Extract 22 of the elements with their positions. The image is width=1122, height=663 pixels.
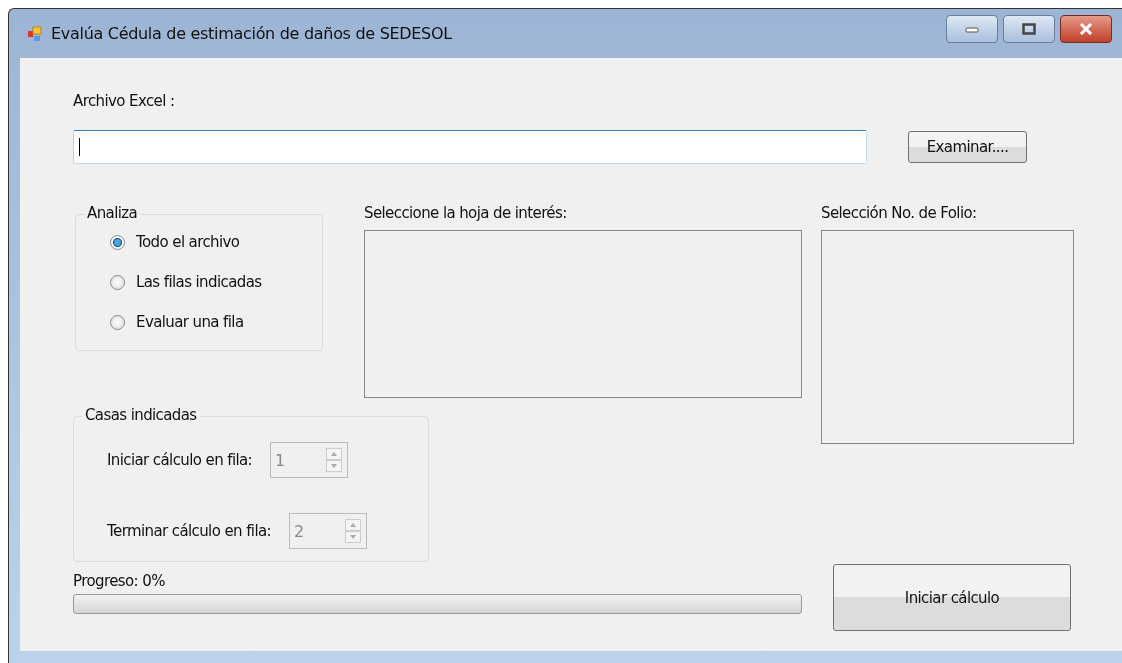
browse-button[interactable]: Examinar....	[908, 131, 1027, 163]
start-button[interactable]: Iniciar cálculo	[833, 564, 1071, 631]
maximize-icon	[1022, 22, 1036, 35]
spin-arrows-icon	[345, 519, 361, 543]
row-label: Terminar cálculo en fila:	[107, 522, 271, 540]
radio-option[interactable]: Evaluar una fila	[110, 311, 322, 333]
close-icon	[1079, 22, 1093, 35]
file-label: Archivo Excel :	[73, 92, 176, 110]
close-button[interactable]	[1060, 14, 1112, 43]
minimize-button[interactable]	[946, 14, 998, 43]
file-path-field[interactable]	[73, 130, 867, 164]
row-label: Iniciar cálculo en fila:	[107, 451, 253, 469]
radio-option[interactable]: Las filas indicadas	[110, 271, 322, 293]
minimize-icon	[965, 24, 979, 33]
window-title: Evalúa Cédula de estimación de daños de SEDESOL	[51, 24, 452, 43]
progress-label: Progreso: 0%	[73, 572, 166, 590]
folio-label: Selección No. de Folio:	[821, 204, 978, 222]
app-icon	[27, 25, 43, 42]
spin-arrows-icon	[326, 448, 343, 472]
sheet-label: Seleccione la hoja de interés:	[364, 204, 568, 222]
radio-option[interactable]: Todo el archivo	[110, 231, 322, 253]
maximize-button[interactable]	[1003, 14, 1055, 43]
